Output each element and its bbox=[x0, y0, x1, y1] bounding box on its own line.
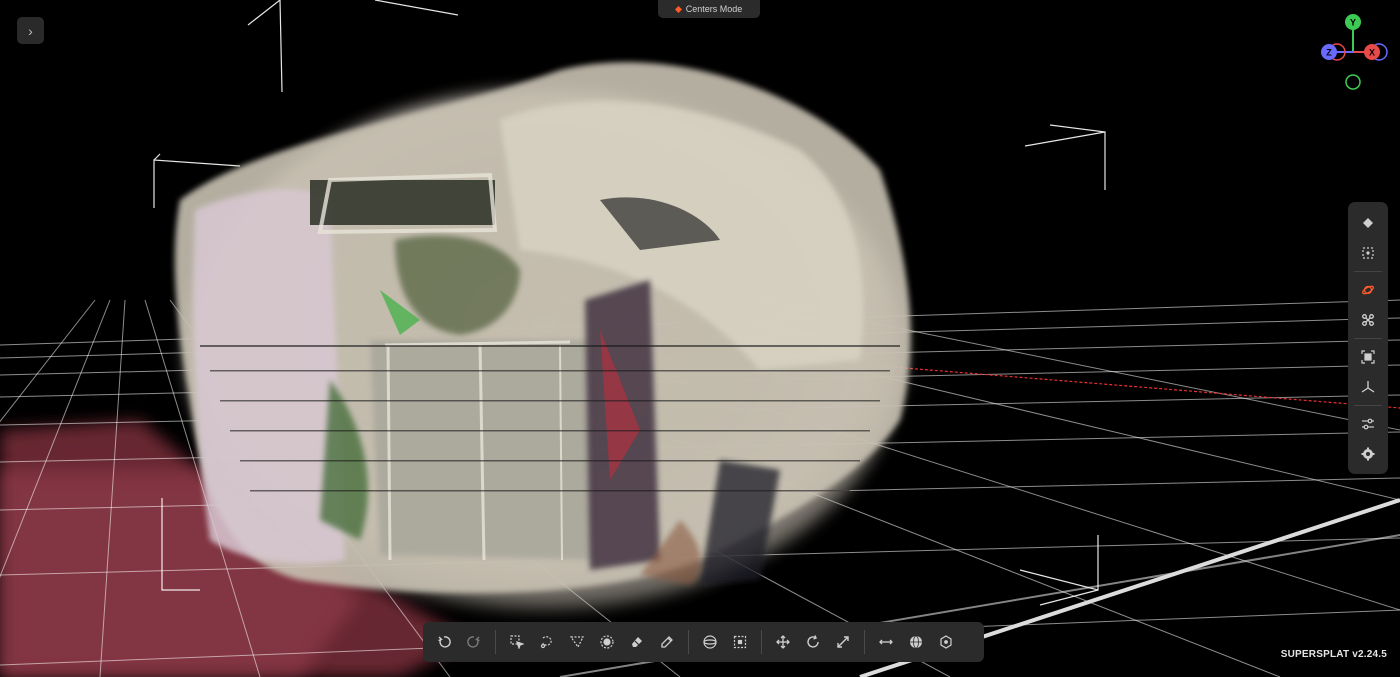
brush-icon[interactable] bbox=[592, 627, 622, 657]
rotate-icon[interactable] bbox=[798, 627, 828, 657]
fly-icon[interactable] bbox=[1353, 307, 1383, 333]
sphere-select-icon[interactable] bbox=[695, 627, 725, 657]
orbit-icon[interactable] bbox=[1353, 277, 1383, 303]
x-axis-line bbox=[879, 365, 1400, 409]
eraser-icon[interactable] bbox=[622, 627, 652, 657]
sliders-icon[interactable] bbox=[1353, 411, 1383, 437]
gizmo-y-label: Y bbox=[1350, 18, 1356, 28]
box-select-icon[interactable] bbox=[725, 627, 755, 657]
globe-icon[interactable] bbox=[901, 627, 931, 657]
undo-icon[interactable] bbox=[429, 627, 459, 657]
toolbar-divider bbox=[761, 630, 762, 654]
expand-panel-button[interactable]: › bbox=[17, 17, 44, 44]
3d-viewport[interactable] bbox=[0, 0, 1400, 677]
view-gizmo[interactable]: Y X Z bbox=[1315, 10, 1395, 95]
bottom-toolbar bbox=[423, 622, 984, 662]
axes-icon[interactable] bbox=[1353, 374, 1383, 400]
picker-icon[interactable] bbox=[502, 627, 532, 657]
diamond-icon[interactable] bbox=[1353, 210, 1383, 236]
splat-model bbox=[174, 62, 911, 610]
move-icon[interactable] bbox=[768, 627, 798, 657]
polygon-icon[interactable] bbox=[562, 627, 592, 657]
bound-box-icon[interactable] bbox=[1353, 344, 1383, 370]
local-space-icon[interactable] bbox=[871, 627, 901, 657]
version-label: SUPERSPLAT v2.24.5 bbox=[1280, 649, 1387, 660]
toolbar-divider bbox=[688, 630, 689, 654]
gear-icon[interactable] bbox=[1353, 441, 1383, 467]
gizmo-z-label: Z bbox=[1326, 48, 1332, 58]
redo-icon[interactable] bbox=[459, 627, 489, 657]
frame-select-icon[interactable] bbox=[1353, 240, 1383, 266]
gizmo-neg-y-icon[interactable] bbox=[1345, 74, 1361, 90]
toolbar-divider bbox=[495, 630, 496, 654]
mode-dot-icon bbox=[674, 5, 682, 13]
toolbar-divider bbox=[1354, 271, 1382, 272]
toolbar-divider bbox=[1354, 405, 1382, 406]
chevron-right-icon: › bbox=[28, 22, 33, 39]
toolbar-divider bbox=[1354, 338, 1382, 339]
toolbar-divider bbox=[864, 630, 865, 654]
right-toolbar bbox=[1348, 202, 1388, 474]
mode-indicator[interactable]: Centers Mode bbox=[658, 0, 760, 18]
gizmo-x-label: X bbox=[1369, 48, 1375, 58]
eyedropper-icon[interactable] bbox=[652, 627, 682, 657]
scale-icon[interactable] bbox=[828, 627, 858, 657]
lasso-icon[interactable] bbox=[532, 627, 562, 657]
mode-label: Centers Mode bbox=[685, 4, 743, 14]
pivot-icon[interactable] bbox=[931, 627, 961, 657]
